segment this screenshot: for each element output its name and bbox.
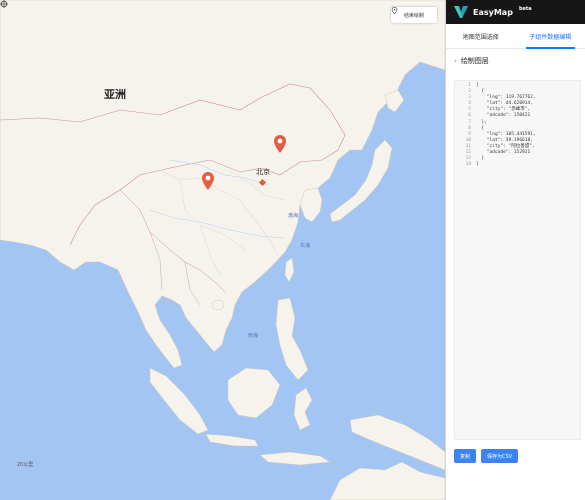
code-line: "lng": 105.441591, <box>476 131 536 137</box>
json-editor[interactable]: 1 2 3 4 5 6 7 8 9 10 11 12 13 14 [ { "lng": 119.76776… <box>454 80 581 440</box>
map-geography <box>0 0 445 500</box>
region-label-asia: 亚洲 <box>104 88 126 101</box>
section-title: 绘制图层 <box>460 57 489 65</box>
scale-indicator: 20公里 <box>17 462 34 468</box>
sea-label-bohai: 渤海 <box>288 213 299 219</box>
line-number-gutter: 1 2 3 4 5 6 7 8 9 10 11 12 13 14 <box>455 81 473 439</box>
map-canvas[interactable]: 亚洲 北京 渤海 东海 南海 20公里 结束绘制 <box>0 0 445 500</box>
action-buttons: 复制 保存为CSV <box>454 449 519 463</box>
code-content[interactable]: [ { "lng": 119.767762, "lat": 44.620914,… <box>473 81 536 439</box>
easymap-logo-icon <box>454 6 468 18</box>
tab-component-data[interactable]: 子组件数据编辑 <box>516 24 585 49</box>
crosshair-cursor-icon <box>0 0 8 8</box>
end-drawing-button[interactable]: 结束绘制 <box>391 7 437 23</box>
map-pin-icon[interactable] <box>274 135 286 153</box>
side-panel: EasyMap beta 地图范围选择 子组件数据编辑 ‹ 绘制图层 12345… <box>445 0 585 500</box>
sea-label-south: 南海 <box>248 333 259 339</box>
code-line: "adcode": 152921 <box>476 150 531 156</box>
city-label-beijing: 北京 <box>256 168 270 176</box>
code-line: ] <box>476 162 479 168</box>
beta-badge: beta <box>518 6 532 12</box>
brand-name: EasyMap <box>473 7 513 17</box>
map-pin-icon[interactable] <box>202 172 214 190</box>
sea-label-east: 东海 <box>300 243 311 249</box>
end-drawing-label: 结束绘制 <box>403 12 424 19</box>
app-header: EasyMap beta <box>446 0 585 24</box>
chevron-left-icon: ‹ <box>454 57 457 65</box>
panel-tabs: 地图范围选择 子组件数据编辑 <box>446 24 585 49</box>
line-number: 14 <box>465 162 471 168</box>
tab-map-range[interactable]: 地图范围选择 <box>446 24 516 48</box>
save-csv-button[interactable]: 保存为CSV <box>481 449 519 463</box>
copy-button[interactable]: 复制 <box>454 449 477 463</box>
code-line: "adcode": 150421 <box>476 113 531 119</box>
section-header[interactable]: ‹ 绘制图层 <box>446 49 585 73</box>
location-icon <box>391 7 398 14</box>
